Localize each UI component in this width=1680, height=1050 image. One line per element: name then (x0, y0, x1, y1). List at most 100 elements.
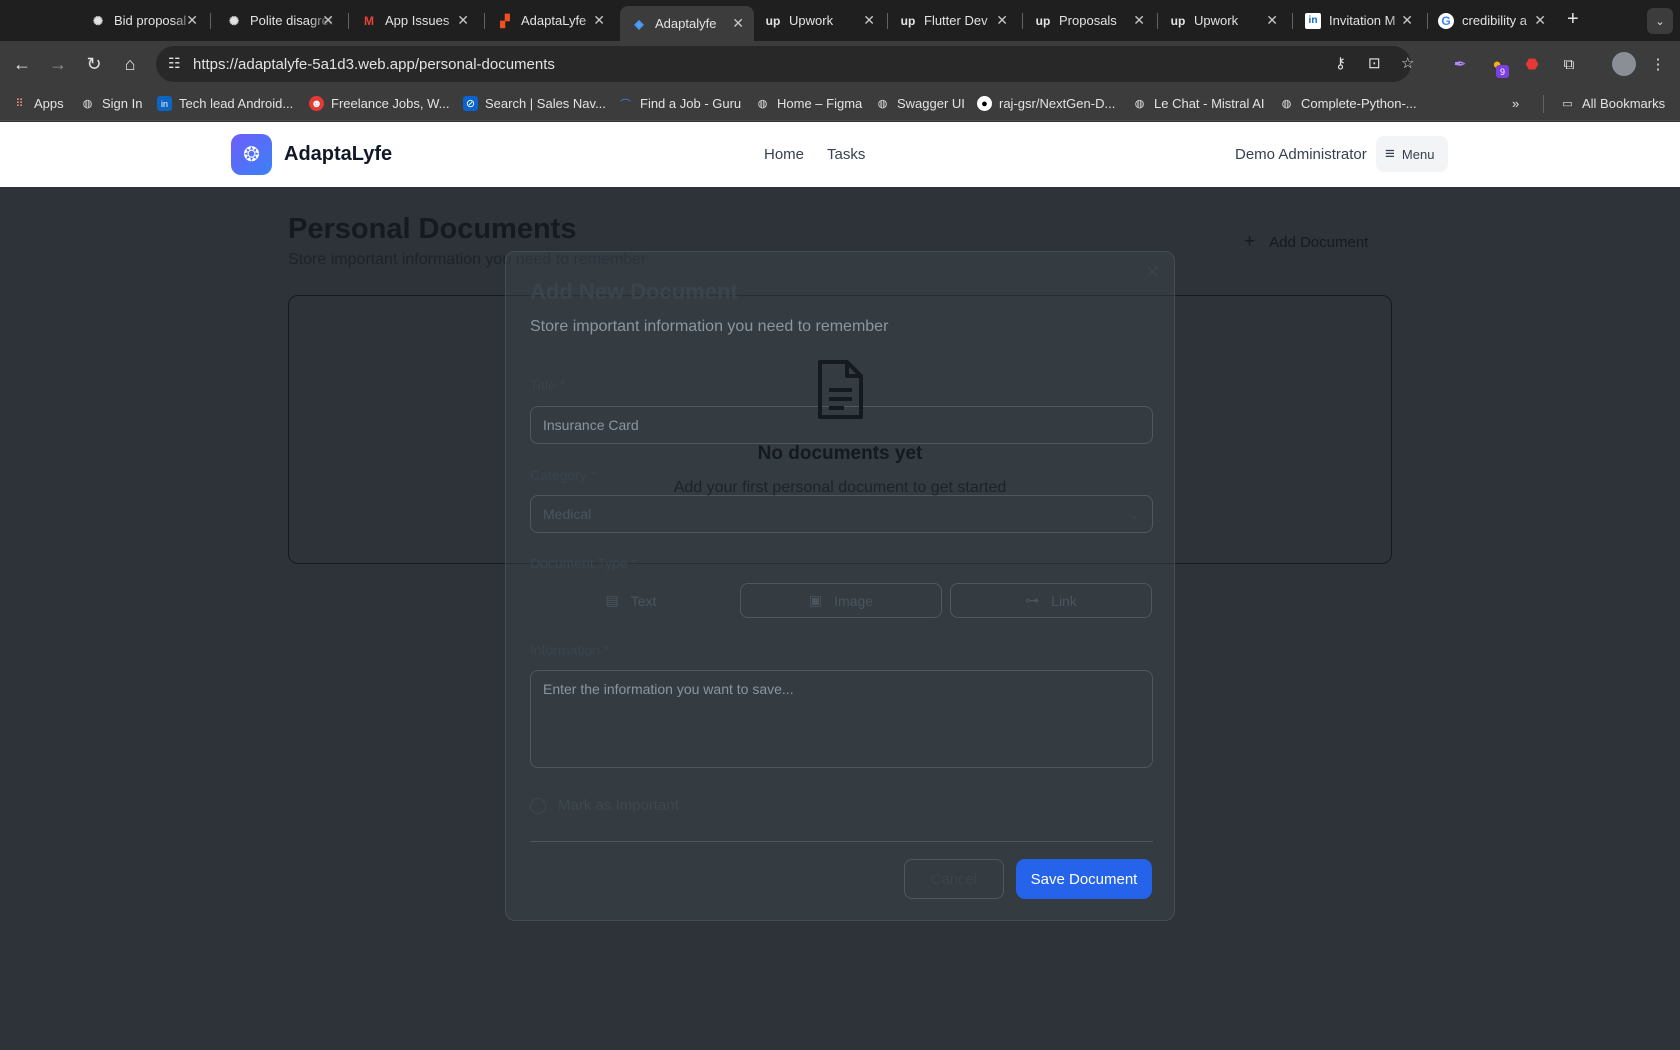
empty-state-title: No documents yet (757, 443, 923, 464)
information-textarea[interactable]: Enter the information you want to save..… (530, 670, 1153, 768)
upwork-icon: up (765, 13, 781, 28)
url-text[interactable]: https://adaptalyfe-5a1d3.web.app/persona… (193, 56, 555, 73)
extensions-puzzle-icon[interactable]: ⧉ (1558, 53, 1580, 75)
bookmark-item[interactable]: ◍ Le Chat - Mistral AI (1132, 96, 1265, 111)
close-tab-icon[interactable]: ✕ (593, 12, 605, 29)
type-image-button[interactable]: ▣ Image (740, 583, 942, 618)
save-document-button[interactable]: Save Document (1016, 859, 1152, 899)
cancel-button[interactable]: Cancel (904, 859, 1004, 899)
browser-tab-active[interactable]: ◈ Adaptalyfe ✕ (620, 6, 754, 41)
extension-badge: 9 (1496, 65, 1509, 78)
feather-extension-icon[interactable]: ✒ (1449, 53, 1471, 75)
browser-tab[interactable]: ✺ Polite disagreement ✕ (226, 6, 334, 35)
close-tab-icon[interactable]: ✕ (186, 12, 198, 29)
adblock-extension-icon[interactable]: ⬣ (1521, 53, 1543, 75)
site-info-icon[interactable]: ☷ (168, 55, 181, 72)
apps-grid-icon: ⠿ (15, 98, 24, 110)
app-icon: ◈ (634, 16, 644, 31)
close-tab-icon[interactable]: ✕ (1266, 12, 1278, 29)
bookmark-item[interactable]: in Tech lead Android... (157, 96, 293, 111)
document-icon (818, 360, 863, 419)
add-document-button[interactable]: + Add Document (1244, 231, 1368, 253)
divider (530, 841, 1153, 842)
browser-tab[interactable]: in Invitation M ✕ (1305, 6, 1413, 35)
bookmark-item[interactable]: ⊘ Search | Sales Nav... (463, 96, 606, 111)
reload-icon[interactable]: ↻ (81, 51, 107, 77)
bookmark-item[interactable]: ⌒ Find a Job - Guru (618, 96, 741, 111)
globe-icon: ◍ (1134, 98, 1145, 110)
home-icon[interactable]: ⌂ (117, 51, 143, 77)
dialog-title: Add New Document (530, 279, 738, 304)
globe-icon: ◍ (82, 98, 93, 110)
close-tab-icon[interactable]: ✕ (996, 12, 1008, 29)
close-tab-icon[interactable]: ✕ (1133, 12, 1145, 29)
browser-tab[interactable]: M App Issues ✕ (361, 6, 469, 35)
browser-tab-strip: ✺ Bid proposal ✕ ✺ Polite disagreement ✕… (0, 0, 1680, 41)
hamburger-icon: ≡ (1385, 144, 1395, 163)
type-link-button[interactable]: ⊶ Link (950, 583, 1152, 618)
more-bookmarks-icon[interactable]: » (1512, 96, 1519, 111)
globe-icon: ◍ (757, 98, 768, 110)
linkedin-icon: in (1305, 12, 1321, 29)
bookmarks-bar: ⠿ Apps ◍ Sign In in Tech lead Android... ☻ F… (0, 87, 1680, 121)
upwork-icon: up (1035, 13, 1051, 28)
browser-tab[interactable]: ▞ AdaptaLyfe ✕ (497, 6, 605, 35)
gmail-icon: M (364, 13, 374, 28)
checkbox-circle[interactable] (530, 797, 546, 814)
browser-tab[interactable]: up Proposals ✕ (1035, 6, 1145, 35)
bookmark-item[interactable]: ⠿ Apps (12, 96, 63, 111)
nav-tasks[interactable]: Tasks (827, 146, 865, 163)
close-tab-icon[interactable]: ✕ (863, 12, 875, 29)
close-tab-icon[interactable]: ✕ (457, 12, 469, 29)
address-bar[interactable]: ☷ https://adaptalyfe-5a1d3.web.app/perso… (156, 46, 1414, 82)
category-select[interactable]: Medical ⌄ (530, 495, 1153, 533)
bookmark-item[interactable]: ● raj-gsr/NextGen-D... (977, 96, 1115, 111)
github-icon: ● (977, 96, 992, 111)
brain-logo-icon[interactable]: ❂ (231, 134, 272, 175)
close-tab-icon[interactable]: ✕ (322, 12, 334, 29)
important-checkbox[interactable]: Mark as Important (530, 797, 679, 814)
bookmark-item[interactable]: ◍ Sign In (80, 96, 143, 111)
chatgpt-icon: ✺ (228, 13, 240, 28)
link-icon: ⊶ (1025, 592, 1040, 608)
password-key-icon[interactable]: ⚷ (1335, 54, 1346, 72)
bookmark-star-icon[interactable]: ☆ (1401, 54, 1414, 72)
brand-name[interactable]: AdaptaLyfe (284, 143, 392, 166)
install-app-icon[interactable]: ⊡ (1368, 54, 1381, 72)
kebab-menu-icon[interactable]: ⋮ (1647, 53, 1669, 75)
add-document-dialog: ✕ Add New Document Store important infor… (505, 251, 1175, 921)
globe-icon: ◍ (877, 98, 888, 110)
plus-icon: + (1244, 231, 1256, 252)
bookmark-item[interactable]: ☻ Freelance Jobs, W... (309, 96, 450, 111)
new-tab-button[interactable]: + (1567, 8, 1579, 31)
information-label: Information * (530, 642, 610, 658)
close-icon[interactable]: ✕ (1145, 262, 1160, 283)
browser-tab[interactable]: ✺ Bid proposal ✕ (90, 6, 198, 35)
close-tab-icon[interactable]: ✕ (732, 15, 744, 32)
profile-avatar[interactable] (1612, 52, 1636, 76)
all-bookmarks-folder[interactable]: ▭ All Bookmarks (1560, 96, 1665, 111)
title-label: Title * (530, 377, 566, 393)
menu-button[interactable]: ≡ Menu (1376, 136, 1448, 172)
browser-tab[interactable]: G credibility a ✕ (1438, 6, 1546, 35)
browser-toolbar: ← → ↻ ⌂ ☷ https://adaptalyfe-5a1d3.web.a… (0, 41, 1680, 87)
empty-state-subtitle: Add your first personal document to get … (673, 479, 1007, 496)
close-tab-icon[interactable]: ✕ (1534, 12, 1546, 29)
bookmark-item[interactable]: ◍ Complete-Python-... (1279, 96, 1417, 111)
close-tab-icon[interactable]: ✕ (1401, 12, 1413, 29)
browser-tab[interactable]: up Upwork ✕ (1170, 6, 1278, 35)
back-icon[interactable]: ← (9, 51, 35, 77)
tab-search-button[interactable]: ⌄ (1647, 8, 1673, 34)
dialog-subtitle: Store important information you need to … (530, 318, 889, 335)
globe-icon: ◍ (1281, 98, 1292, 110)
sales-nav-icon: ⊘ (463, 96, 478, 111)
google-icon: G (1438, 12, 1454, 29)
browser-tab[interactable]: up Flutter Dev ✕ (900, 6, 1008, 35)
bookmark-item[interactable]: ◍ Swagger UI (875, 96, 965, 111)
guru-icon: ⌒ (620, 98, 631, 111)
forward-icon[interactable]: → (45, 51, 71, 77)
nav-home[interactable]: Home (764, 146, 804, 163)
browser-tab[interactable]: up Upwork ✕ (765, 6, 875, 35)
type-text-button[interactable]: ▤ Text (530, 583, 732, 618)
bookmark-item[interactable]: ◍ Home – Figma (755, 96, 863, 111)
